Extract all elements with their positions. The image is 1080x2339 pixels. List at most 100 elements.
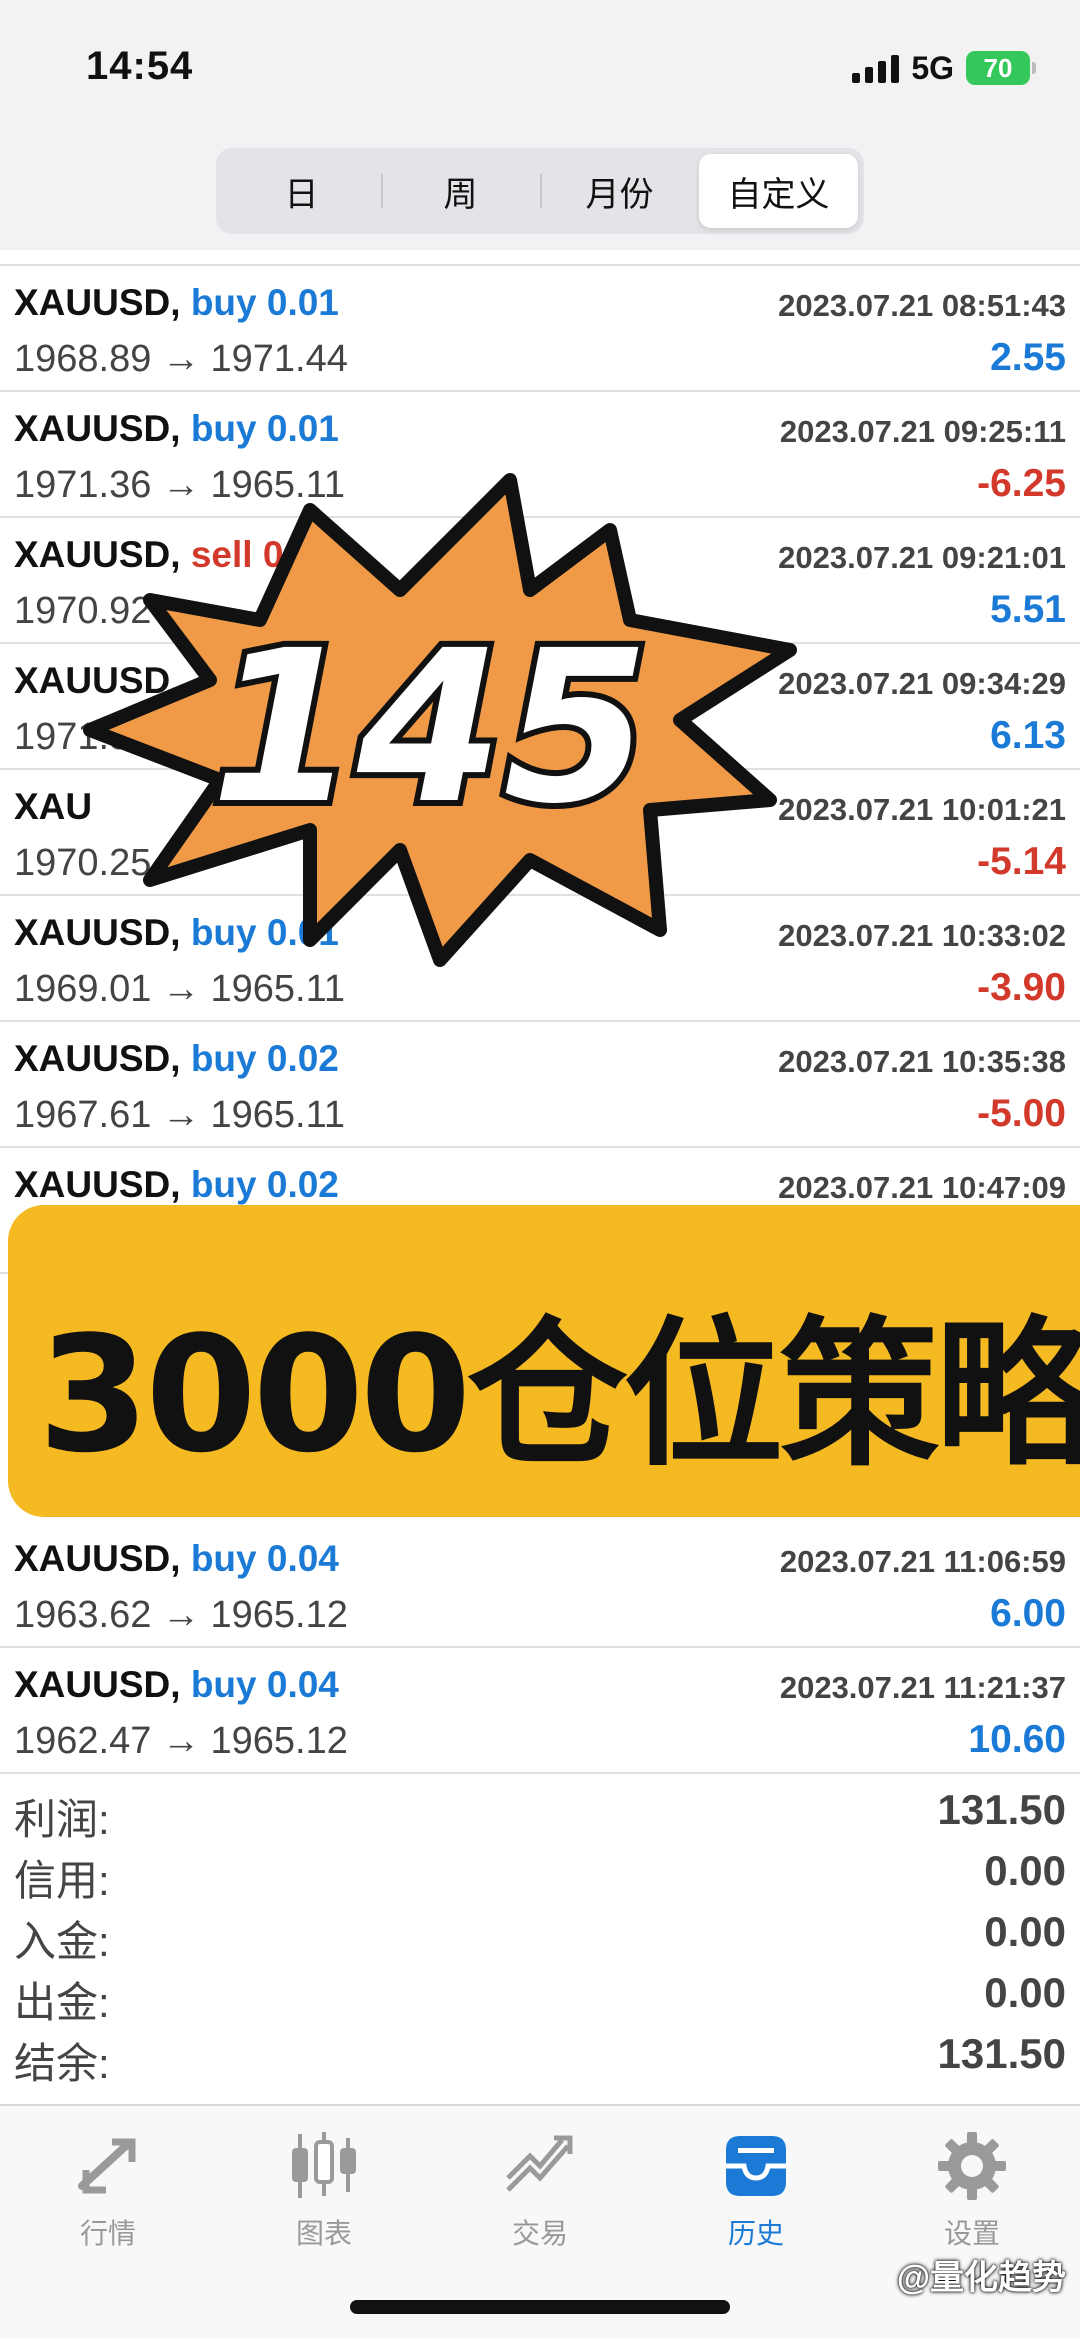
summary-label: 结余: xyxy=(14,2040,110,2087)
tab-label: 交易 xyxy=(511,2218,568,2249)
tab-month[interactable]: 月份 xyxy=(540,154,699,228)
status-bar: 14:54 5G 70 xyxy=(0,0,1080,140)
trade-datetime: 2023.07.21 08:51:43 xyxy=(778,288,1066,323)
trade-symbol: XAUUSD, xyxy=(14,1538,181,1579)
tab-day[interactable]: 日 xyxy=(222,154,381,228)
trade-side: buy xyxy=(190,282,257,323)
account-summary: 利润: 131.50 信用: 0.00 入金: 0.00 出金: 0.00 结余… xyxy=(0,1780,1080,2087)
tab-label: 图表 xyxy=(295,2218,352,2249)
tab-chart[interactable]: 图表 xyxy=(216,2126,432,2249)
burst-number: 145 xyxy=(211,605,649,850)
trade-open-price: 1968.89 xyxy=(14,338,152,380)
tab-quotes[interactable]: 行情 xyxy=(0,2126,216,2249)
trade-lots: 0.04 xyxy=(266,1664,339,1705)
burst-badge: 145 xyxy=(83,473,797,967)
trade-lots: 0.01 xyxy=(266,408,339,449)
watermark: @量化趋势 xyxy=(896,2259,1066,2297)
trade-profit: -5.14 xyxy=(977,840,1066,883)
trade-symbol: XAUUSD, xyxy=(14,1164,181,1205)
trade-prices: 1967.61 → 1965.11 xyxy=(14,1094,345,1137)
trade-row[interactable]: XAUUSD, buy 0.04 2023.07.21 11:06:59 1963.… xyxy=(0,1522,1080,1648)
period-segmented-control: 日 周 月份 自定义 xyxy=(216,148,864,234)
summary-row-deposit: 入金: 0.00 xyxy=(0,1902,1080,1965)
tab-history[interactable]: 历史 xyxy=(648,2126,864,2249)
trade-lots: 0.02 xyxy=(266,1038,339,1079)
trade-lots: 0.01 xyxy=(266,282,339,323)
period-header: 日 周 月份 自定义 xyxy=(0,140,1080,250)
tab-label: 历史 xyxy=(727,2218,784,2249)
trade-lots: 0.02 xyxy=(266,1164,339,1205)
trade-symbol-line: XAUUSD, buy 0.01 xyxy=(14,408,339,450)
trade-open-price: 1962.47 xyxy=(14,1720,152,1762)
trade-prices: 1962.47 → 1965.12 xyxy=(14,1720,348,1763)
home-indicator[interactable] xyxy=(350,2300,730,2314)
summary-label: 利润: xyxy=(14,1796,110,1843)
status-time: 14:54 xyxy=(86,44,194,88)
trade-open-price: 1963.62 xyxy=(14,1594,152,1636)
summary-row-withdrawal: 出金: 0.00 xyxy=(0,1963,1080,2026)
trade-open-price: 1967.61 xyxy=(14,1094,152,1136)
network-label: 5G xyxy=(911,49,954,86)
trade-symbol: XAUUSD, xyxy=(14,408,181,449)
trade-lots: 0.04 xyxy=(266,1538,339,1579)
tab-label: 设置 xyxy=(943,2218,1000,2249)
summary-value: 0.00 xyxy=(984,1847,1066,1894)
trade-symbol-line: XAUUSD, buy 0.04 xyxy=(14,1664,339,1706)
trade-datetime: 2023.07.21 11:06:59 xyxy=(779,1544,1066,1579)
trade-side: buy xyxy=(190,1164,257,1205)
signal-icon xyxy=(852,53,900,83)
summary-value: 0.00 xyxy=(984,1908,1066,1955)
summary-label: 入金: xyxy=(14,1918,110,1965)
trade-side: buy xyxy=(190,1038,257,1079)
trade-side: buy xyxy=(190,1538,257,1579)
trade-icon xyxy=(506,2135,573,2192)
tab-label: 行情 xyxy=(79,2218,136,2249)
arrow-icon: → xyxy=(161,1094,200,1136)
promo-banner: 3000仓位策略 xyxy=(8,1205,1080,1517)
trade-symbol-line: XAUUSD, buy 0.02 xyxy=(14,1038,339,1080)
trade-profit: 6.00 xyxy=(990,1592,1066,1635)
tab-trade[interactable]: 交易 xyxy=(432,2126,648,2249)
trade-datetime: 2023.07.21 11:21:37 xyxy=(779,1670,1066,1705)
status-indicators: 5G 70 xyxy=(852,48,1036,88)
trade-close-price: 1965.11 xyxy=(210,1094,346,1136)
trade-side: buy xyxy=(190,1664,257,1705)
trade-close-price: 1965.12 xyxy=(210,1594,348,1636)
chart-icon xyxy=(292,2132,356,2198)
trade-symbol-line: XAUUSD, buy 0.02 xyxy=(14,1164,339,1206)
tab-custom[interactable]: 自定义 xyxy=(699,154,858,228)
trade-symbol: XAUUSD, xyxy=(14,1038,181,1079)
arrow-icon: → xyxy=(161,1594,200,1636)
trade-row[interactable]: XAUUSD, buy 0.02 2023.07.21 10:35:38 1967.… xyxy=(0,1022,1080,1148)
trade-profit: 5.51 xyxy=(990,588,1066,631)
summary-label: 信用: xyxy=(14,1857,110,1904)
trade-profit: -3.90 xyxy=(977,966,1066,1009)
trade-symbol-line: XAUUSD, buy 0.01 xyxy=(14,282,339,324)
trade-row[interactable]: XAUUSD, buy 0.01 2023.07.21 08:51:43 1968.… xyxy=(0,266,1080,392)
trade-profit: 2.55 xyxy=(990,336,1066,379)
summary-label: 出金: xyxy=(14,1979,110,2026)
history-icon xyxy=(726,2136,786,2196)
quotes-icon xyxy=(78,2138,136,2194)
trade-datetime: 2023.07.21 09:25:11 xyxy=(779,414,1066,449)
settings-icon xyxy=(938,2132,1006,2200)
trade-datetime: 2023.07.21 10:47:09 xyxy=(778,1170,1066,1205)
battery-level: 70 xyxy=(983,52,1013,83)
summary-row-profit: 利润: 131.50 xyxy=(0,1780,1080,1843)
trade-prices: 1968.89 → 1971.44 xyxy=(14,338,348,381)
trade-side: buy xyxy=(190,408,257,449)
summary-row-balance: 结余: 131.50 xyxy=(0,2024,1080,2087)
trade-symbol-line: XAUUSD, buy 0.04 xyxy=(14,1538,339,1580)
summary-value: 0.00 xyxy=(984,1969,1066,2016)
trade-row[interactable]: XAUUSD, buy 0.04 2023.07.21 11:21:37 1962.… xyxy=(0,1648,1080,1774)
summary-value: 131.50 xyxy=(937,1786,1066,1833)
trade-close-price: 1971.44 xyxy=(210,338,348,380)
battery-icon: 70 xyxy=(966,51,1036,85)
partial-row xyxy=(0,250,1080,266)
summary-value: 131.50 xyxy=(937,2030,1066,2077)
trade-close-price: 1965.12 xyxy=(210,1720,348,1762)
tab-settings[interactable]: 设置 xyxy=(864,2126,1080,2249)
summary-row-credit: 信用: 0.00 xyxy=(0,1841,1080,1904)
trade-prices: 1963.62 → 1965.12 xyxy=(14,1594,348,1637)
tab-week[interactable]: 周 xyxy=(381,154,540,228)
